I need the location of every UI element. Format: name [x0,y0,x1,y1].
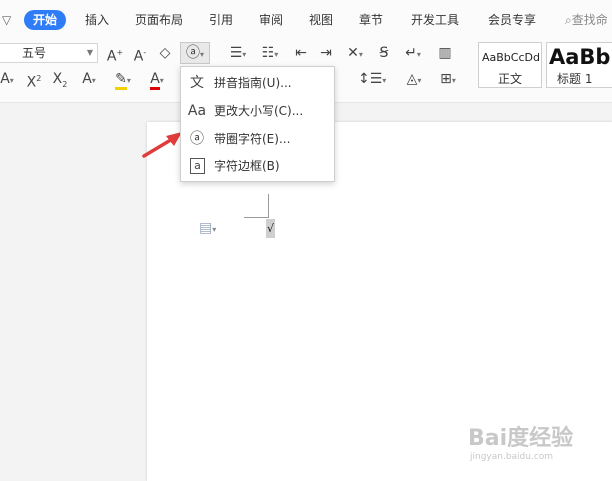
menu-item-change-case[interactable]: Aa 更改大小写(C)... [181,97,334,125]
enclosed-char-dropdown-button[interactable]: ⓐ▾ [180,42,210,64]
enclosed-char-menu: 文 拼音指南(U)... Aa 更改大小写(C)... ⓐ 带圈字符(E)...… [180,66,335,182]
tab-chapter[interactable]: 章节 [359,10,383,30]
text-effect-icon[interactable]: A▾ [77,69,101,89]
menu-item-enclosed-char[interactable]: ⓐ 带圈字符(E)... [181,125,334,153]
style-normal[interactable]: AaBbCcDd 正文 [478,42,542,88]
menu-item-pinyin[interactable]: 文 拼音指南(U)... [181,69,334,97]
style-normal-label: 正文 [497,72,522,86]
font-color-a-icon[interactable]: A▾ [0,69,16,89]
search-command[interactable]: ⌕查找命 [565,10,608,30]
watermark-url: jingyan.baidu.com [470,452,554,462]
paragraph-layout-icon[interactable]: ▤▾ [199,220,216,236]
menu-item-label: 带圈字符(E)... [214,132,291,146]
menu-caret[interactable]: ▽ [2,10,11,30]
numbered-list-icon[interactable]: ☷▾ [258,43,282,63]
style-normal-preview: AaBbCcDd [482,51,540,64]
tab-page-layout[interactable]: 页面布局 [135,10,183,30]
tab-view[interactable]: 视图 [309,10,333,30]
decrease-indent-icon[interactable]: ⇤ [291,43,311,63]
sort-icon[interactable]: Ꞩ [374,43,394,63]
style-heading-1[interactable]: AaBb 标题 1 [546,42,612,88]
tab-review[interactable]: 审阅 [259,10,283,30]
tab-references[interactable]: 引用 [209,10,233,30]
search-label: 查找命 [571,13,608,27]
tab-home[interactable]: 开始 [24,10,67,30]
subscript-icon[interactable]: X2 [50,69,70,89]
char-border-icon: a [190,158,205,174]
margin-mark [244,217,268,218]
border-icon[interactable]: ⊞▾ [435,69,461,89]
tab-developer[interactable]: 开发工具 [411,10,459,30]
tab-bar: ▽ 开始 插入 页面布局 引用 审阅 视图 章节 开发工具 会员专享 ⌕查找命 [0,0,612,40]
change-case-icon: Aa [187,103,207,119]
style-heading-preview: AaBb [549,45,611,69]
chinese-layout-icon[interactable]: ✕▾ [343,43,367,63]
style-heading-label: 标题 1 [557,72,593,86]
tab-member[interactable]: 会员专享 [488,10,536,30]
enclosed-char-icon: ⓐ [190,131,204,147]
search-icon: ⌕ [565,13,572,27]
clear-format-icon[interactable]: ◇ [156,43,174,63]
pinyin-icon: 文 [190,75,204,91]
font-size-value: 五号 [22,46,47,60]
selected-char[interactable]: √ [266,219,275,238]
menu-item-label: 更改大小写(C)... [214,104,304,118]
font-color-icon[interactable]: A▾ [145,69,169,90]
line-spacing-icon[interactable]: ↕☰▾ [358,69,386,89]
shrink-font-icon[interactable]: A- [131,43,149,65]
increase-indent-icon[interactable]: ⇥ [316,43,336,63]
margin-mark [268,194,269,218]
menu-item-char-border[interactable]: a 字符边框(B) [181,152,334,180]
highlight-icon[interactable]: ✎▾ [110,69,136,90]
menu-item-label: 字符边框(B) [214,159,280,173]
tab-insert[interactable]: 插入 [85,10,109,30]
annotation-arrow [142,132,182,158]
bullet-list-icon[interactable]: ☰▾ [226,43,250,63]
superscript-icon[interactable]: X2 [24,69,44,91]
show-marks-icon[interactable]: ↵▾ [401,43,425,63]
chevron-down-icon: ▼ [86,48,93,57]
shading-icon[interactable]: ◬▾ [401,69,427,89]
menu-item-label: 拼音指南(U)... [214,76,292,90]
watermark-logo: Bai度经验 [468,426,574,451]
grow-font-icon[interactable]: A+ [106,43,124,65]
char-spacing-icon[interactable]: ▥ [434,43,456,63]
font-size-select[interactable]: 五号 ▼ [0,43,98,63]
